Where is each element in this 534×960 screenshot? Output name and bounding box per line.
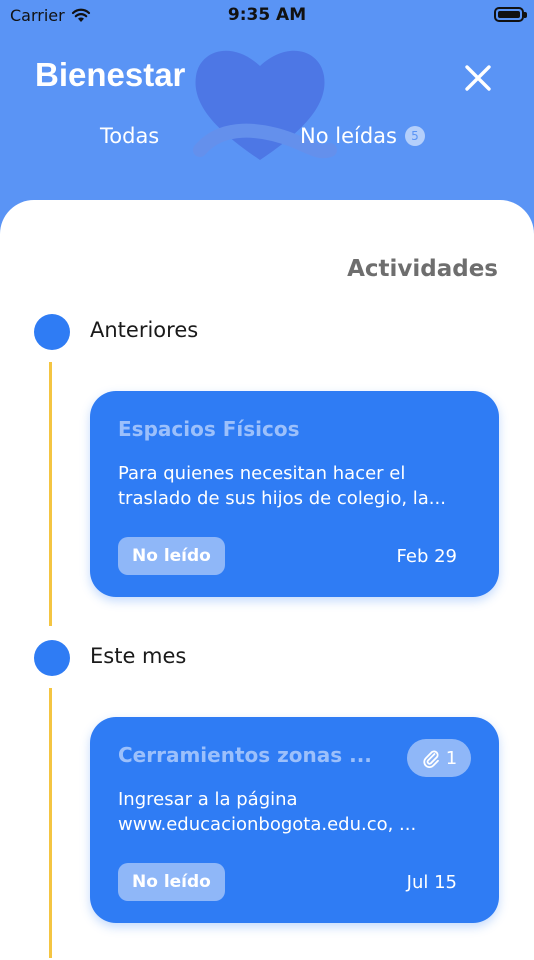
unread-count-badge: 5 [404,126,425,146]
card-date: Jul 15 [406,872,457,893]
activity-card[interactable]: Cerramientos zonas ... 1 Ingresar a la p… [90,717,499,923]
group-label: Este mes [90,644,187,668]
unread-status-badge: No leído [118,863,225,901]
card-body: Ingresar a la página www.educacionbogota… [118,787,478,837]
card-body-line: www.educacionbogota.edu.co, ... [118,814,417,835]
card-date: Feb 29 [396,546,458,567]
tab-all[interactable]: Todas [100,124,159,148]
timeline-dot [34,314,70,350]
content-sheet: Actividades Anteriores Espacios Físicos … [0,200,534,960]
tab-unread-label: No leídas [300,124,397,148]
timeline-dot [34,640,70,676]
card-body-line: Ingresar a la página [118,789,298,810]
timeline-line [49,362,52,626]
timeline-line [49,688,52,958]
close-icon[interactable] [462,62,494,94]
tab-bar: Todas No leídas 5 [0,120,534,160]
activity-card[interactable]: Espacios Físicos Para quienes necesitan … [90,391,499,597]
card-title: Espacios Físicos [118,417,300,441]
attachment-count: 1 [445,747,458,769]
tab-unread[interactable]: No leídas 5 [300,124,425,148]
section-title: Actividades [347,256,498,282]
attachment-indicator: 1 [407,739,471,777]
card-body-line: Para quienes necesitan hacer el [118,463,406,484]
paperclip-icon [423,750,439,768]
page-title: Bienestar [35,56,186,93]
card-title: Cerramientos zonas ... [118,743,372,767]
group-label: Anteriores [90,318,199,342]
card-body-line: traslado de sus hijos de colegio, la... [118,488,446,509]
clock: 9:35 AM [227,5,307,25]
battery-icon [494,7,527,22]
tab-all-label: Todas [100,124,160,148]
unread-status-badge: No leído [118,537,225,575]
card-body: Para quienes necesitan hacer el traslado… [118,461,478,511]
status-bar: Carrier 9:35 AM [0,0,534,32]
